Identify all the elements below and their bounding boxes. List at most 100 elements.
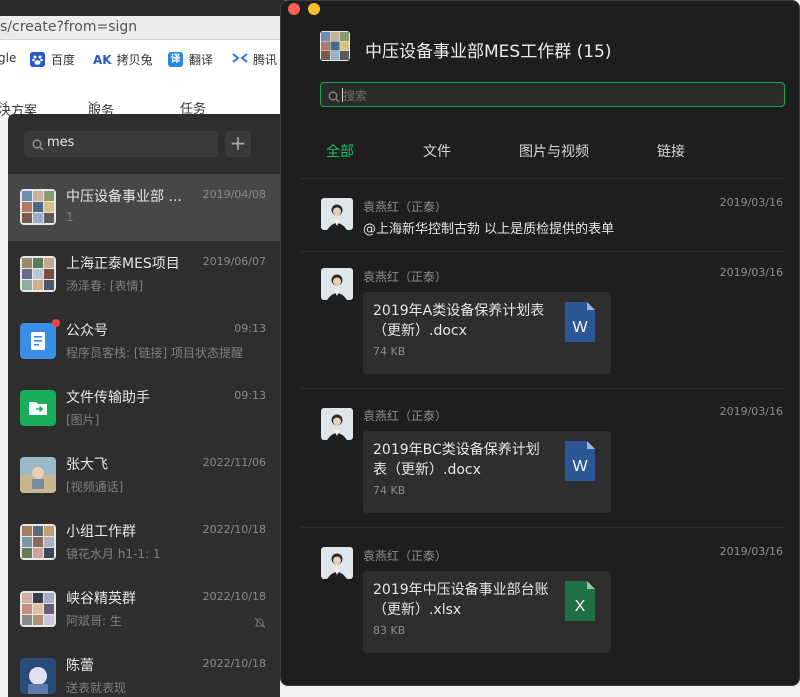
chat-last-message: 程序员客栈: [链接] 项目状态提醒 [66,346,244,360]
chat-name: 中压设备事业部 ... [66,189,182,205]
chat-item[interactable]: 小组工作群 2022/10/18 镜花水月 h1-1: 1 [8,509,280,576]
chat-date: 2019/06/07 [202,255,266,268]
group-avatar [20,591,56,627]
sender-name: 袁燕红（正泰） [363,409,448,423]
chat-last-message: 送表就表现 [66,681,127,695]
chat-search-input[interactable]: mes [24,131,218,157]
chat-list-panel: mes + 中压设备事业部 ... 2019/04/08 1 上海正泰MES项目… [8,114,280,697]
excel-sheet-icon: X [565,581,595,625]
chat-item[interactable]: 上海正泰MES项目 2019/06/07 汤泽春: [表情] [8,241,280,308]
bookmark-google[interactable]: gle [0,51,16,65]
window-title: 中压设备事业部MES工作群 (15) [365,42,612,62]
chat-item[interactable]: 峡谷精英群 2022/10/18 阿斌哥: 生 [8,576,280,643]
screen: s/create?from=sign gle 百度 AK 拷贝兔 译 翻译 腾讯… [0,0,800,697]
bookmark-kaobeitu[interactable]: AK 拷贝兔 [93,51,153,68]
svg-text:W: W [572,458,588,475]
chat-item[interactable]: 文件传输助手 09:13 [图片] [8,375,280,442]
file-transfer-icon [20,390,56,426]
ak-icon: AK [93,52,112,67]
message-date: 2019/03/16 [719,545,783,558]
tab-files[interactable]: 文件 [423,141,451,161]
chat-name: 上海正泰MES项目 [66,256,180,272]
tab-links[interactable]: 链接 [657,141,685,161]
chat-date: 2022/10/18 [202,523,266,536]
divider [301,388,785,389]
bookmark-tencent[interactable]: 腾讯 [232,51,277,68]
file-card[interactable]: 2019年BC类设备保养计划表（更新）.docx 74 KB W [363,431,611,513]
file-search-input[interactable]: 搜索 [320,82,785,107]
chat-name: 张大飞 [66,457,108,473]
chat-item[interactable]: 中压设备事业部 ... 2019/04/08 1 [8,174,280,241]
file-size: 74 KB [373,484,406,497]
bookmark-label: 翻译 [189,53,214,67]
file-name: 2019年BC类设备保养计划表（更新）.docx [373,442,540,478]
minimize-window-button[interactable] [308,3,320,15]
tab-all[interactable]: 全部 [326,141,354,161]
chat-last-message: [图片] [66,413,100,427]
chat-item[interactable]: 公众号 09:13 程序员客栈: [链接] 项目状态提醒 [8,308,280,375]
divider [301,251,785,252]
close-window-button[interactable] [288,3,300,15]
sender-name: 袁燕红（正泰） [363,200,448,214]
add-chat-button[interactable]: + [225,131,251,157]
chat-date: 09:13 [234,322,266,335]
baidu-paw-icon [30,52,45,67]
chat-name: 小组工作群 [66,524,136,540]
group-avatar [20,256,56,292]
chat-last-message: 镜花水月 h1-1: 1 [66,547,161,561]
group-avatar [20,189,56,225]
search-icon [328,88,340,107]
chat-name: 文件传输助手 [66,390,150,406]
contact-avatar [20,457,56,493]
chat-name: 峡谷精英群 [66,591,136,607]
nav-item[interactable]: 服务 ﹀ [88,98,114,119]
file-card[interactable]: 2019年中压设备事业部台账（更新）.xlsx 83 KB X [363,571,611,653]
search-placeholder: 搜索 [343,89,368,103]
message-date: 2019/03/16 [719,405,783,418]
group-avatar [320,31,350,61]
tab-media[interactable]: 图片与视频 [519,141,589,161]
browser-background: s/create?from=sign gle 百度 AK 拷贝兔 译 翻译 腾讯… [0,0,285,120]
sender-avatar [321,198,353,230]
bookmark-label: 腾讯 [253,53,278,67]
file-size: 83 KB [373,624,406,637]
bookmark-translate[interactable]: 译 翻译 [168,51,213,68]
chat-date: 2022/10/18 [202,590,266,603]
sender-name: 袁燕红（正泰） [363,549,448,563]
message-date: 2019/03/16 [719,266,783,279]
group-avatar [20,524,56,560]
sender-avatar [321,547,353,579]
svg-text:X: X [575,598,586,615]
word-doc-icon: W [565,441,595,485]
search-icon [32,136,44,155]
bookmark-label: 拷贝兔 [116,53,153,67]
message-text[interactable]: @上海新华控制古勃 以上是质检提供的表单 [363,218,614,237]
chat-search-row: mes + [8,114,280,174]
chat-date: 2022/11/06 [202,456,266,469]
official-account-icon [20,323,56,359]
bookmarks-bar: gle 百度 AK 拷贝兔 译 翻译 腾讯 [0,45,285,71]
website-nav: 决方案 ﹀ 服务﹀ 任务 [0,96,285,119]
chat-date: 2019/04/08 [202,188,266,201]
chat-item[interactable]: 张大飞 2022/11/06 [视频通话] [8,442,280,509]
chat-name: 陈蕾 [66,658,94,674]
chat-date: 2022/10/18 [202,657,266,670]
bookmark-baidu[interactable]: 百度 [30,51,75,68]
message-date: 2019/03/16 [719,196,783,209]
bookmark-label: gle [0,51,17,65]
svg-text:W: W [572,319,588,336]
unread-badge [52,319,60,327]
sender-avatar [321,408,353,440]
sender-name: 袁燕红（正泰） [363,270,448,284]
chat-item[interactable]: 陈蕾 2022/10/18 送表就表现 [8,643,280,697]
file-card[interactable]: 2019年A类设备保养计划表（更新）.docx 74 KB W [363,292,611,374]
sender-avatar [321,268,353,300]
divider [301,178,785,179]
chat-last-message: 阿斌哥: 生 [66,614,122,628]
tencent-icon [232,52,248,67]
url-text: s/create?from=sign [0,19,138,35]
filter-tabs: 全部 文件 图片与视频 链接 [281,141,799,163]
browser-url-bar[interactable]: s/create?from=sign [0,16,285,40]
chat-last-message: 1 [66,210,74,224]
nav-item[interactable]: 决方案 ﹀ [0,98,37,119]
